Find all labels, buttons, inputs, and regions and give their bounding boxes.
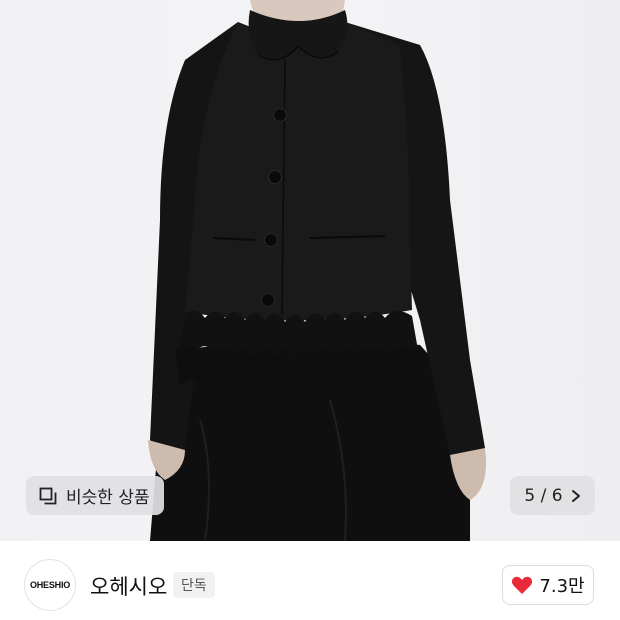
image-counter-text: 5 / 6 <box>524 485 563 506</box>
product-image-carousel[interactable]: 비슷한 상품 5 / 6 <box>0 0 620 541</box>
brand-logo[interactable]: OHESHIO <box>24 559 76 611</box>
similar-products-button[interactable]: 비슷한 상품 <box>26 476 164 515</box>
brand-name[interactable]: 오헤시오 <box>90 571 167 601</box>
like-button[interactable]: 7.3만 <box>502 565 594 605</box>
image-counter-button[interactable]: 5 / 6 <box>510 476 595 515</box>
copy-icon <box>39 487 57 504</box>
chevron-right-icon <box>571 489 580 502</box>
like-count: 7.3만 <box>539 576 585 597</box>
heart-icon <box>512 576 533 594</box>
exclusive-badge: 단독 <box>173 572 215 598</box>
product-detail-screen: 비슷한 상품 5 / 6 OHESHIO 오헤시오 단독 7.3만 <box>0 0 620 620</box>
brand-logo-text: OHESHIO <box>29 580 71 590</box>
similar-products-label: 비슷한 상품 <box>66 488 150 508</box>
product-photo[interactable] <box>0 0 620 541</box>
